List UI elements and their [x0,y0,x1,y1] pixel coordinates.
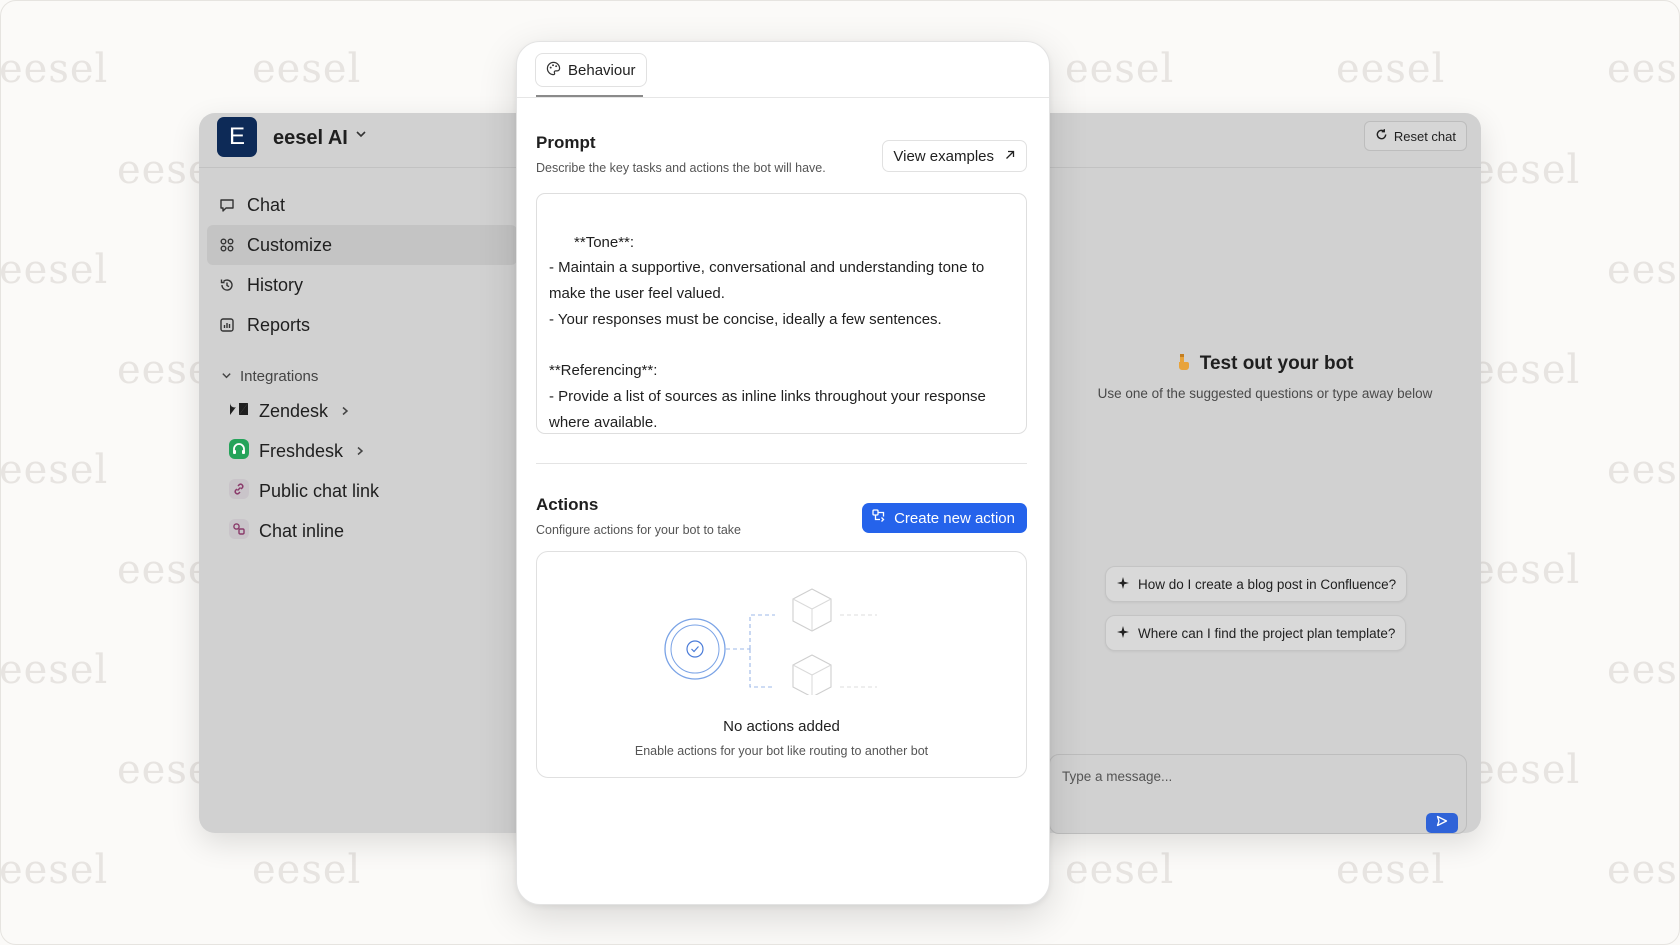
watermark: eesel [252,847,362,893]
view-examples-label: View examples [893,147,994,165]
watermark: eesel [0,647,109,693]
chevron-right-icon [340,403,350,419]
reports-icon [219,317,235,333]
watermark: eesel [1471,547,1581,593]
sidebar-item-customize[interactable]: Customize [207,225,517,265]
actions-title: Actions [536,495,599,514]
actions-subtitle: Configure actions for your bot to take [536,523,741,537]
watermark: eesel [1336,46,1446,92]
page-frame: eesel eesel eesel eesel eesel eesel eese… [0,0,1680,945]
sidebar-item-public-chat-link[interactable]: Public chat link [207,471,517,511]
freshdesk-logo-icon [229,438,249,464]
chevron-right-icon [355,443,365,459]
sidebar-item-history[interactable]: History [207,265,517,305]
send-icon [1436,814,1448,832]
watermark: eesel [1607,847,1679,893]
test-bot-title-text: Test out your bot [1199,353,1354,374]
message-composer[interactable]: Type a message... [1049,754,1467,834]
sidebar-item-label: Customize [247,234,333,255]
chat-inline-icon [229,518,249,544]
empty-state-subtitle: Enable actions for your bot like routing… [634,744,929,758]
watermark: eesel [1607,447,1679,493]
watermark: eesel [1471,747,1581,793]
tab-behaviour-label: Behaviour [568,61,636,79]
watermark: eesel [1607,247,1679,293]
resize-handle-icon[interactable] [1013,420,1022,429]
palette-icon [546,61,561,80]
prompt-text: **Tone**: - Maintain a supportive, conve… [549,233,986,431]
sidebar-item-label: Chat [247,194,286,215]
refresh-icon [1375,128,1388,144]
sidebar-item-chat[interactable]: Chat [207,185,517,225]
tab-behaviour[interactable]: Behaviour [535,53,647,87]
sparkle-icon [1116,625,1130,642]
watermark: eesel [0,247,109,293]
watermark: eesel [1065,847,1175,893]
sidebar-item-freshdesk[interactable]: Freshdesk [207,431,517,471]
create-new-action-button[interactable]: Create new action [862,503,1027,533]
suggested-question-text: Where can I find the project plan templa… [1138,625,1396,641]
link-icon [229,478,249,504]
action-flow-icon [872,509,886,527]
create-new-action-label: Create new action [894,509,1015,527]
workspace-name[interactable]: eesel AI [273,127,348,150]
sparkle-icon [1116,576,1130,593]
chevron-down-icon [221,368,232,385]
sidebar-item-zendesk[interactable]: Zendesk [207,391,517,431]
chat-bubble-icon [219,197,235,213]
watermark: eesel [1607,647,1679,693]
test-bot-subtitle: Use one of the suggested questions or ty… [1097,386,1433,401]
actions-empty-state: No actions added Enable actions for your… [536,551,1027,778]
panel-tabbar: Behaviour [517,42,1049,98]
history-icon [219,277,235,293]
sidebar-item-label: Freshdesk [259,440,344,461]
sidebar-item-label: Chat inline [259,520,345,541]
watermark: eesel [1065,46,1175,92]
watermark: eesel [1607,46,1679,92]
empty-state-title: No actions added [723,718,840,735]
message-input-placeholder: Type a message... [1062,769,1173,784]
sidebar-item-chat-inline[interactable]: Chat inline [207,511,517,551]
sidebar-item-label: Zendesk [259,400,329,421]
watermark: eesel [0,847,109,893]
active-tab-indicator [536,95,643,97]
suggested-question-text: How do I create a blog post in Confluenc… [1138,576,1397,592]
send-button[interactable] [1426,813,1458,833]
watermark: eesel [1471,147,1581,193]
external-link-icon [1004,148,1016,165]
empty-actions-illustration [657,570,888,700]
chevron-down-icon[interactable] [355,127,367,143]
integrations-heading[interactable]: Integrations [207,361,517,391]
customize-grid-icon [219,237,235,253]
chat-preview-pane: Test out your bot Use one of the suggest… [1049,168,1481,833]
sidebar-item-reports[interactable]: Reports [207,305,517,345]
section-divider [536,463,1027,464]
workspace-avatar[interactable]: E [217,117,257,157]
suggested-question[interactable]: Where can I find the project plan templa… [1105,615,1407,651]
behaviour-panel: Behaviour Prompt Describe the key tasks … [516,41,1050,905]
test-bot-title: Test out your bot [1049,353,1481,377]
reset-chat-label: Reset chat [1393,128,1456,144]
watermark: eesel [1471,347,1581,393]
pointing-hand-icon [1176,353,1190,377]
watermark: eesel [252,46,362,92]
prompt-title: Prompt [536,133,596,152]
suggested-question[interactable]: How do I create a blog post in Confluenc… [1105,566,1408,602]
prompt-subtitle: Describe the key tasks and actions the b… [536,161,826,175]
reset-chat-button[interactable]: Reset chat [1363,121,1467,151]
integrations-label: Integrations [240,367,319,385]
watermark: eesel [1336,847,1446,893]
sidebar-item-label: Public chat link [259,480,380,501]
sidebar-nav: Chat Customize History Reports Integrati… [207,185,517,551]
prompt-textarea[interactable]: **Tone**: - Maintain a supportive, conve… [536,193,1027,434]
view-examples-button[interactable]: View examples [882,140,1027,172]
sidebar-item-label: History [247,274,304,295]
watermark: eesel [0,447,109,493]
sidebar-item-label: Reports [247,314,311,335]
watermark: eesel [0,46,109,92]
zendesk-logo-icon [229,401,249,422]
